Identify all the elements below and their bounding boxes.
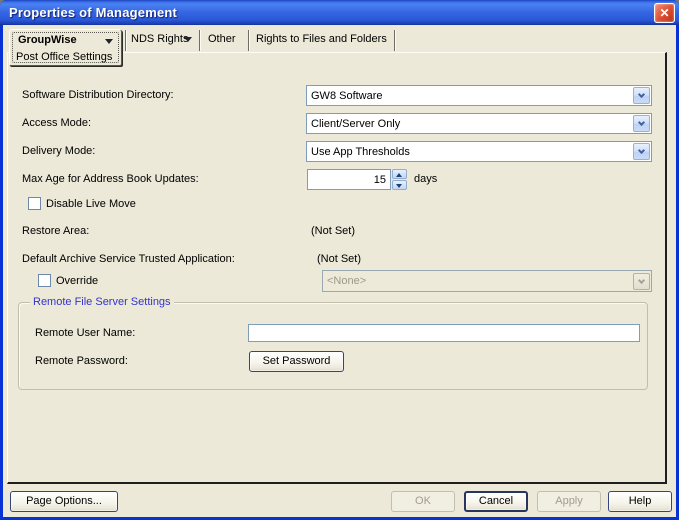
- tab-other[interactable]: Other: [208, 31, 236, 48]
- arrow-down-icon: [396, 184, 402, 188]
- cancel-button[interactable]: Cancel: [464, 491, 528, 512]
- spinner-up-button[interactable]: [392, 169, 407, 179]
- title-bar[interactable]: Properties of Management ✕: [0, 0, 679, 25]
- software-distribution-directory-dropdown[interactable]: GW8 Software: [306, 85, 652, 106]
- dropdown-arrow-button[interactable]: [633, 87, 650, 104]
- override-label: Override: [56, 275, 98, 288]
- tab-groupwise-active[interactable]: GroupWise Post Office Settings: [9, 29, 122, 66]
- override-value: <None>: [323, 275, 633, 287]
- window-title: Properties of Management: [0, 5, 177, 20]
- remote-user-name-input[interactable]: [248, 324, 640, 342]
- remote-user-name-label: Remote User Name:: [35, 327, 135, 340]
- chevron-down-icon[interactable]: [184, 37, 192, 42]
- max-age-unit-label: days: [414, 173, 437, 186]
- set-password-button[interactable]: Set Password: [249, 351, 344, 372]
- access-mode-dropdown[interactable]: Client/Server Only: [306, 113, 652, 134]
- tab-separator: [394, 30, 395, 51]
- properties-dialog: Properties of Management ✕ GroupWise Pos…: [0, 0, 679, 520]
- remote-password-label: Remote Password:: [35, 355, 128, 368]
- chevron-down-icon: [638, 147, 645, 154]
- page-options-button[interactable]: Page Options...: [10, 491, 118, 512]
- tab-nds-rights[interactable]: NDS Rights: [131, 31, 188, 48]
- override-checkbox[interactable]: [38, 274, 51, 287]
- tab-separator: [125, 30, 126, 51]
- spinner-down-button[interactable]: [392, 180, 407, 190]
- help-button[interactable]: Help: [608, 491, 672, 512]
- tab-rights-files-folders[interactable]: Rights to Files and Folders: [256, 31, 387, 48]
- dropdown-arrow-button: [633, 273, 650, 290]
- tab-separator: [199, 30, 200, 51]
- delivery-mode-dropdown[interactable]: Use App Thresholds: [306, 141, 652, 162]
- max-age-label: Max Age for Address Book Updates:: [22, 173, 199, 186]
- arrow-up-icon: [396, 173, 402, 177]
- remote-file-server-settings-title: Remote File Server Settings: [30, 296, 174, 309]
- max-age-input[interactable]: [307, 169, 391, 190]
- default-archive-value: (Not Set): [317, 253, 361, 266]
- default-archive-label: Default Archive Service Trusted Applicat…: [22, 253, 235, 266]
- software-distribution-directory-label: Software Distribution Directory:: [22, 89, 174, 102]
- tab-groupwise-label: GroupWise: [18, 34, 77, 46]
- apply-button[interactable]: Apply: [537, 491, 601, 512]
- dropdown-arrow-button[interactable]: [633, 115, 650, 132]
- dialog-body: GroupWise Post Office Settings NDS Right…: [3, 25, 676, 517]
- disable-live-move-checkbox[interactable]: [28, 197, 41, 210]
- chevron-down-icon: [638, 276, 645, 283]
- tab-groupwise-sublabel: Post Office Settings: [16, 51, 112, 63]
- tab-separator: [248, 30, 249, 51]
- max-age-spinner: [392, 169, 407, 190]
- delivery-mode-value: Use App Thresholds: [307, 146, 633, 158]
- restore-area-value: (Not Set): [311, 225, 355, 238]
- disable-live-move-label: Disable Live Move: [46, 198, 136, 211]
- restore-area-label: Restore Area:: [22, 225, 89, 238]
- chevron-down-icon: [638, 91, 645, 98]
- software-distribution-directory-value: GW8 Software: [307, 90, 633, 102]
- access-mode-value: Client/Server Only: [307, 118, 633, 130]
- override-dropdown-disabled: <None>: [322, 270, 652, 292]
- delivery-mode-label: Delivery Mode:: [22, 145, 95, 158]
- ok-button[interactable]: OK: [391, 491, 455, 512]
- remote-file-server-settings-group: [18, 302, 648, 390]
- chevron-down-icon: [638, 119, 645, 126]
- chevron-down-icon[interactable]: [105, 39, 113, 44]
- close-icon[interactable]: ✕: [654, 3, 675, 23]
- dropdown-arrow-button[interactable]: [633, 143, 650, 160]
- access-mode-label: Access Mode:: [22, 117, 91, 130]
